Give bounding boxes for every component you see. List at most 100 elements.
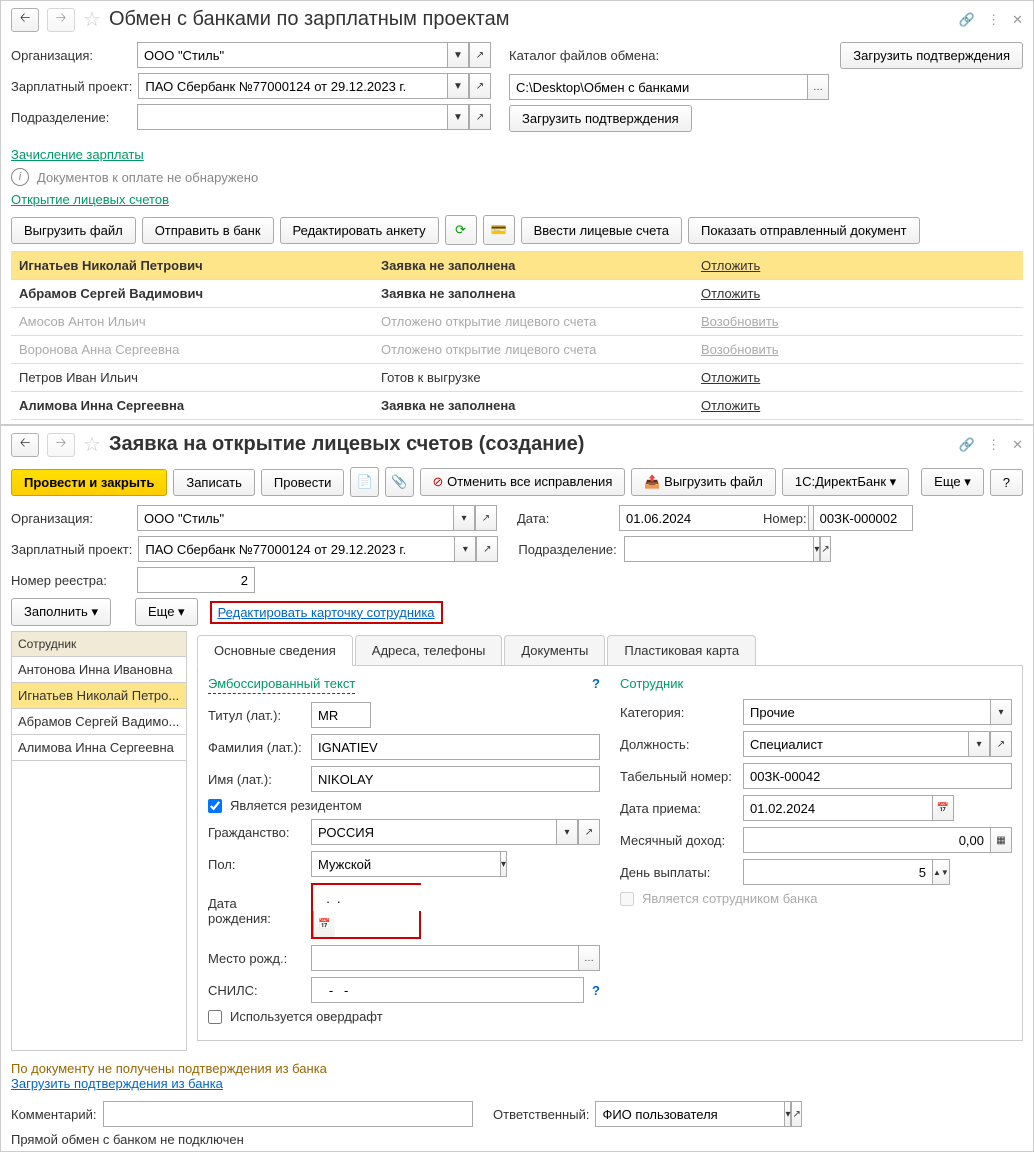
- dropdown-icon[interactable]: ▾: [990, 699, 1012, 725]
- table-row[interactable]: Абрамов Сергей ВадимовичЗаявка не заполн…: [11, 280, 1023, 308]
- load-confirm-button-2[interactable]: Загрузить подтверждения: [509, 105, 692, 132]
- dob-input[interactable]: [313, 885, 501, 911]
- calc-icon[interactable]: ▦: [990, 827, 1012, 853]
- table-row[interactable]: Воронова Анна СергеевнаОтложено открытие…: [11, 336, 1023, 364]
- export-file-button[interactable]: 📤 Выгрузить файл: [631, 468, 776, 496]
- help-icon[interactable]: ?: [592, 983, 600, 998]
- calendar-icon[interactable]: 📅: [313, 911, 335, 937]
- hire-input[interactable]: [743, 795, 932, 821]
- more-button[interactable]: Еще ▾: [921, 468, 984, 496]
- help-button[interactable]: ?: [990, 469, 1023, 496]
- dropdown-icon[interactable]: ▾: [813, 536, 820, 562]
- open-accounts-link[interactable]: Открытие лицевых счетов: [11, 192, 169, 207]
- list-item[interactable]: Игнатьев Николай Петро...: [11, 683, 187, 709]
- catalog-input[interactable]: [509, 74, 807, 100]
- action-link[interactable]: Отложить: [701, 258, 760, 273]
- favorite-icon[interactable]: ☆: [83, 432, 101, 457]
- load-confirm-link[interactable]: Загрузить подтверждения из банка: [11, 1076, 223, 1091]
- write-button[interactable]: Записать: [173, 469, 255, 496]
- export-button[interactable]: Выгрузить файл: [11, 217, 136, 244]
- open-icon[interactable]: ↗: [469, 104, 491, 130]
- dropdown-icon[interactable]: ▼: [447, 104, 469, 130]
- citizen-input[interactable]: [311, 819, 556, 845]
- back-button[interactable]: 🡠: [11, 433, 39, 457]
- salary-link[interactable]: Зачисление зарплаты: [11, 147, 144, 162]
- forward-button[interactable]: 🡢: [47, 8, 75, 32]
- dropdown-icon[interactable]: ▾: [453, 505, 475, 531]
- dropdown-icon[interactable]: ▾: [454, 536, 476, 562]
- tab-2[interactable]: Документы: [504, 635, 605, 665]
- action-link[interactable]: Отложить: [701, 370, 760, 385]
- snils-input[interactable]: [311, 977, 584, 1003]
- dropdown-icon[interactable]: ▾: [968, 731, 990, 757]
- tabnum-input[interactable]: [743, 763, 1012, 789]
- open-icon[interactable]: ↗: [578, 819, 600, 845]
- tab-1[interactable]: Адреса, телефоны: [355, 635, 503, 665]
- dept-input[interactable]: [137, 104, 447, 130]
- card-icon[interactable]: 💳: [483, 215, 515, 245]
- action-link[interactable]: Отложить: [701, 398, 760, 413]
- title-input[interactable]: [311, 702, 371, 728]
- menu-icon[interactable]: ⋮: [987, 437, 1000, 453]
- edit-card-link[interactable]: Редактировать карточку сотрудника: [218, 605, 435, 620]
- dropdown-icon[interactable]: ▼: [447, 73, 469, 99]
- menu-icon[interactable]: ⋮: [987, 12, 1000, 28]
- forward-button[interactable]: 🡢: [47, 433, 75, 457]
- send-button[interactable]: Отправить в банк: [142, 217, 274, 244]
- open-icon[interactable]: ↗: [990, 731, 1012, 757]
- list-item[interactable]: Антонова Инна Ивановна: [11, 657, 187, 683]
- post-close-button[interactable]: Провести и закрыть: [11, 469, 167, 496]
- close-icon[interactable]: ✕: [1012, 12, 1023, 28]
- dropdown-icon[interactable]: ▼: [447, 42, 469, 68]
- table-row[interactable]: Амосов Антон ИльичОтложено открытие лице…: [11, 308, 1023, 336]
- open-icon[interactable]: ↗: [469, 73, 491, 99]
- post-button[interactable]: Провести: [261, 469, 345, 496]
- browse-icon[interactable]: …: [807, 74, 829, 100]
- more-button-2[interactable]: Еще ▾: [135, 598, 198, 626]
- fill-button[interactable]: Заполнить ▾: [11, 598, 111, 626]
- tab-0[interactable]: Основные сведения: [197, 635, 353, 666]
- open-icon[interactable]: ↗: [469, 42, 491, 68]
- document-icon[interactable]: 📄: [350, 467, 379, 497]
- dropdown-icon[interactable]: ▾: [500, 851, 507, 877]
- directbank-button[interactable]: 1С:ДиректБанк ▾: [782, 468, 909, 496]
- show-sent-button[interactable]: Показать отправленный документ: [688, 217, 920, 244]
- action-link[interactable]: Отложить: [701, 286, 760, 301]
- table-row[interactable]: Алимова Инна СергеевнаЗаявка не заполнен…: [11, 392, 1023, 420]
- open-icon[interactable]: ↗: [475, 505, 497, 531]
- dropdown-icon[interactable]: ▾: [556, 819, 578, 845]
- proj-input[interactable]: [138, 536, 454, 562]
- action-link[interactable]: Возобновить: [701, 342, 779, 357]
- resident-checkbox[interactable]: [208, 799, 222, 813]
- edit-form-button[interactable]: Редактировать анкету: [280, 217, 439, 244]
- surname-input[interactable]: [311, 734, 600, 760]
- category-input[interactable]: [743, 699, 990, 725]
- sex-input[interactable]: [311, 851, 500, 877]
- table-row[interactable]: Игнатьев Николай ПетровичЗаявка не запол…: [11, 252, 1023, 280]
- pob-input[interactable]: [311, 945, 578, 971]
- open-icon[interactable]: ↗: [476, 536, 498, 562]
- tab-3[interactable]: Пластиковая карта: [607, 635, 756, 665]
- income-input[interactable]: [743, 827, 990, 853]
- enter-accounts-button[interactable]: Ввести лицевые счета: [521, 217, 682, 244]
- proj-input[interactable]: [138, 73, 447, 99]
- num-input[interactable]: [813, 505, 913, 531]
- list-item[interactable]: Алимова Инна Сергеевна: [11, 735, 187, 761]
- favorite-icon[interactable]: ☆: [83, 7, 101, 32]
- name-input[interactable]: [311, 766, 600, 792]
- overdraft-checkbox[interactable]: [208, 1010, 222, 1024]
- load-confirm-button[interactable]: Загрузить подтверждения: [840, 42, 1023, 69]
- list-item[interactable]: Абрамов Сергей Вадимо...: [11, 709, 187, 735]
- table-row[interactable]: Петров Иван ИльичГотов к выгрузкеОтложит…: [11, 364, 1023, 392]
- attach-icon[interactable]: 📎: [385, 467, 414, 497]
- payday-input[interactable]: [743, 859, 932, 885]
- refresh-icon[interactable]: ⟳: [445, 215, 477, 245]
- cancel-fixes-button[interactable]: ⊘ Отменить все исправления: [420, 468, 626, 496]
- spinner-icon[interactable]: ▲▼: [932, 859, 950, 885]
- open-icon[interactable]: ↗: [820, 536, 830, 562]
- link-icon[interactable]: 🔗: [959, 12, 975, 28]
- close-icon[interactable]: ✕: [1012, 437, 1023, 453]
- link-icon[interactable]: 🔗: [959, 437, 975, 453]
- org-input[interactable]: [137, 505, 453, 531]
- calendar-icon[interactable]: 📅: [932, 795, 954, 821]
